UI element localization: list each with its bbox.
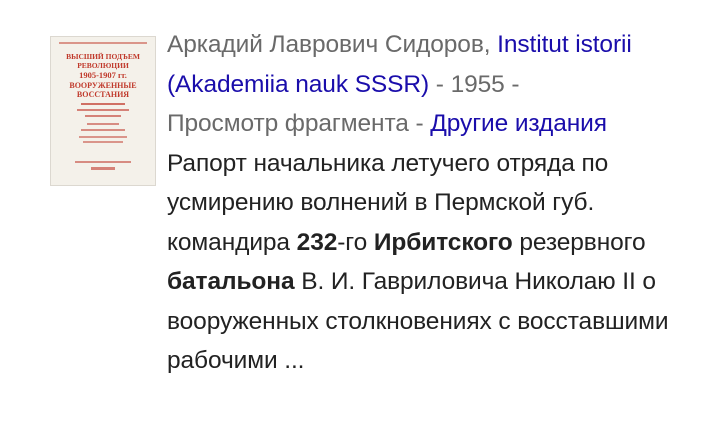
cover-title-line-5: ВОССТАНИЯ — [77, 90, 129, 99]
other-editions-link[interactable]: Другие издания — [430, 110, 607, 137]
snippet-highlight-number: 232 — [296, 228, 338, 256]
publication-year: 1955 — [450, 70, 505, 98]
cover-title-line-3: 1905-1907 гг. — [79, 70, 127, 80]
cover-title-line-1: ВЫСШИЙ ПОДЪЕМ — [66, 52, 140, 61]
year-tail-separator: - — [504, 70, 520, 98]
preview-separator: - — [408, 110, 431, 137]
book-cover-icon: ВЫСШИЙ ПОДЪЕМ РЕВОЛЮЦИИ 1905-1907 гг. ВО… — [51, 37, 155, 185]
snippet-highlight-battalion: батальона — [167, 268, 295, 295]
snippet-text-3: резервного — [512, 228, 646, 256]
cover-title-line-2: РЕВОЛЮЦИИ — [77, 61, 129, 70]
result-text: Аркадий Лаврович Сидоров, Institut istor… — [160, 0, 721, 381]
author-name: Аркадий Лаврович Сидоров — [167, 31, 484, 58]
preview-label: Просмотр фрагмента — [167, 110, 409, 137]
result-snippet: Рапорт начальника летучего отряда по усм… — [167, 150, 669, 375]
snippet-text-2: -го — [337, 228, 374, 256]
cover-title-line-4: ВООРУЖЕННЫЕ — [69, 81, 136, 90]
search-result-item: ВЫСШИЙ ПОДЪЕМ РЕВОЛЮЦИИ 1905-1907 гг. ВО… — [0, 0, 721, 428]
snippet-highlight-irbit: Ирбитского — [373, 228, 513, 256]
book-cover-thumbnail[interactable]: ВЫСШИЙ ПОДЪЕМ РЕВОЛЮЦИИ 1905-1907 гг. ВО… — [50, 36, 156, 186]
author-separator: , — [483, 31, 498, 58]
year-separator: - — [429, 70, 451, 98]
thumbnail-column: ВЫСШИЙ ПОДЪЕМ РЕВОЛЮЦИИ 1905-1907 гг. ВО… — [0, 0, 160, 186]
